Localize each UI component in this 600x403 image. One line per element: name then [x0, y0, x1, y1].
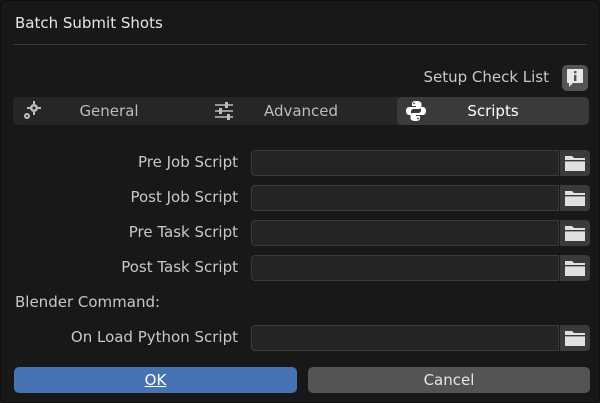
- python-icon: [406, 101, 426, 121]
- pre-job-browse-button[interactable]: [560, 150, 590, 176]
- pre-task-script-label: Pre Task Script: [128, 223, 238, 241]
- pre-task-browse-button[interactable]: [560, 220, 590, 246]
- folder-icon: [565, 331, 585, 346]
- post-task-script-label: Post Task Script: [121, 258, 238, 276]
- dialog-title: Batch Submit Shots: [15, 14, 163, 32]
- post-job-script-label: Post Job Script: [130, 188, 238, 206]
- gear-icon: [24, 101, 41, 119]
- ok-button[interactable]: OK: [14, 367, 297, 393]
- pre-job-script-field[interactable]: [251, 150, 559, 176]
- pre-job-script-label: Pre Job Script: [137, 153, 238, 171]
- sliders-icon: [215, 102, 233, 120]
- tab-advanced[interactable]: Advanced: [205, 97, 397, 125]
- folder-icon: [565, 191, 585, 206]
- tab-general[interactable]: General: [13, 97, 205, 125]
- info-icon: [567, 69, 583, 87]
- setup-check-button[interactable]: [562, 65, 588, 91]
- folder-icon: [565, 261, 585, 276]
- tab-scripts[interactable]: Scripts: [397, 97, 589, 125]
- folder-icon: [565, 156, 585, 171]
- post-job-script-field[interactable]: [251, 185, 559, 211]
- ok-button-label: OK: [144, 371, 167, 389]
- cancel-button-label: Cancel: [423, 371, 475, 389]
- on-load-browse-button[interactable]: [560, 325, 590, 351]
- blender-command-heading: Blender Command:: [15, 293, 161, 311]
- folder-icon: [565, 226, 585, 241]
- on-load-python-script-label: On Load Python Script: [70, 328, 238, 346]
- tab-scripts-label: Scripts: [467, 102, 519, 120]
- pre-task-script-field[interactable]: [251, 220, 559, 246]
- title-divider: [13, 44, 587, 45]
- tab-bar: General Advanced Scripts: [13, 97, 589, 125]
- cancel-button[interactable]: Cancel: [308, 367, 590, 393]
- post-job-browse-button[interactable]: [560, 185, 590, 211]
- tab-general-label: General: [79, 102, 139, 120]
- on-load-python-script-field[interactable]: [251, 325, 559, 351]
- setup-check-label: Setup Check List: [423, 68, 549, 86]
- tab-advanced-label: Advanced: [263, 102, 339, 120]
- batch-submit-dialog: Batch Submit Shots Setup Check List Gene…: [0, 0, 600, 403]
- post-task-browse-button[interactable]: [560, 255, 590, 281]
- post-task-script-field[interactable]: [251, 255, 559, 281]
